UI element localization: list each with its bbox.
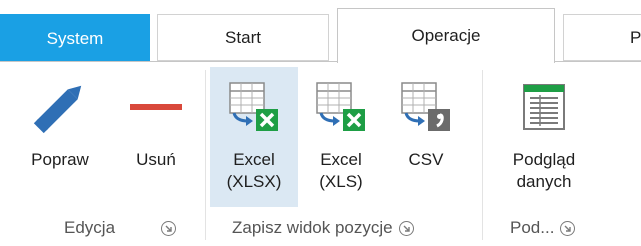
popraw-button[interactable]: Popraw xyxy=(14,67,106,207)
excel-xlsx-label: Excel (XLSX) xyxy=(226,150,282,191)
excel-xlsx-button[interactable]: Excel (XLSX) xyxy=(210,67,298,207)
dialog-launcher-icon[interactable] xyxy=(161,220,177,236)
csv-button[interactable]: CSV xyxy=(384,67,468,207)
group-podglad-label: Pod... xyxy=(510,218,555,237)
excel-export-icon xyxy=(302,67,380,147)
csv-export-icon xyxy=(384,67,468,147)
group-edycja: Edycja xyxy=(64,215,177,241)
data-preview-icon xyxy=(492,67,596,147)
tab-more[interactable]: P xyxy=(563,14,641,61)
excel-export-icon xyxy=(210,67,298,147)
usun-button[interactable]: Usuń xyxy=(114,67,198,207)
group-separator xyxy=(482,70,483,240)
podglad-danych-button[interactable]: Podgląd danych xyxy=(492,67,596,207)
minus-icon xyxy=(114,67,198,147)
tab-operacje[interactable]: Operacje xyxy=(337,8,555,63)
tab-system[interactable]: System xyxy=(0,14,150,62)
csv-label: CSV xyxy=(408,150,444,169)
group-separator xyxy=(205,70,206,240)
podglad-danych-label: Podgląd danych xyxy=(512,150,576,191)
ribbon-tabstrip: System Start Operacje P xyxy=(0,0,641,63)
dialog-launcher-icon[interactable] xyxy=(398,220,414,236)
popraw-label: Popraw xyxy=(31,150,89,169)
usun-label: Usuń xyxy=(136,150,176,169)
excel-xls-button[interactable]: Excel (XLS) xyxy=(302,67,380,207)
group-podglad: Pod... xyxy=(510,215,576,241)
dialog-launcher-icon[interactable] xyxy=(560,220,576,236)
group-edycja-label: Edycja xyxy=(64,218,116,237)
tab-start[interactable]: Start xyxy=(157,14,329,61)
pencil-icon xyxy=(14,67,106,147)
group-zapisz-widok: Zapisz widok pozycje xyxy=(232,215,414,241)
excel-xls-label: Excel (XLS) xyxy=(319,150,363,191)
group-zapisz-label: Zapisz widok pozycje xyxy=(232,218,393,237)
